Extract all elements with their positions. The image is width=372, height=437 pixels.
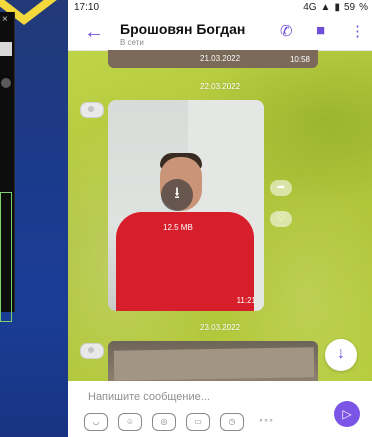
panel-field — [0, 42, 12, 56]
download-icon[interactable]: ⭳ — [161, 179, 193, 211]
share-icon[interactable]: ➦ — [270, 180, 292, 196]
side-panel: × — [0, 12, 15, 322]
sticker-icon[interactable]: ◡ — [84, 413, 108, 431]
phone-screen: 17:10 4G ▲ ▮ 59 % ← Брошовян Богдан В се… — [68, 0, 372, 437]
status-time: 17:10 — [74, 2, 100, 13]
panel-indicator — [1, 78, 11, 88]
call-icon[interactable]: ✆ — [280, 22, 293, 40]
avatar[interactable] — [80, 343, 104, 359]
send-icon[interactable]: ▷ — [334, 401, 360, 427]
chat-presence: В сети — [120, 38, 144, 47]
previous-media-message[interactable]: 21.03.2022 10:58 — [108, 50, 318, 68]
chat-title: Брошовян Богдан — [120, 21, 246, 37]
timer-icon[interactable]: ◷ — [220, 413, 244, 431]
next-media-message[interactable] — [108, 341, 318, 381]
camera-icon[interactable]: ◎ — [152, 413, 176, 431]
date-separator: 22.03.2022 — [200, 82, 241, 91]
scroll-down-icon[interactable]: ↓ — [325, 339, 357, 371]
emoji-icon[interactable]: ☺ — [118, 413, 142, 431]
date-separator: 23.03.2022 — [200, 323, 241, 332]
date-label: 21.03.2022 — [200, 54, 241, 63]
more-options-icon[interactable]: ∘∘∘ — [254, 413, 278, 431]
document-photo — [113, 347, 315, 381]
message-input[interactable]: Напишите сообщение... — [88, 391, 210, 403]
message-time: 10:58 — [289, 55, 310, 64]
gif-icon[interactable]: ▭ — [186, 413, 210, 431]
avatar[interactable] — [80, 102, 104, 118]
battery-text: 59 — [343, 2, 356, 13]
back-arrow-icon[interactable]: ← — [84, 21, 104, 44]
panel-highlight — [0, 192, 12, 322]
network-label: 4G — [303, 2, 317, 13]
status-indicators: 4G ▲ ▮ 59 % — [303, 2, 368, 13]
background-window: × — [0, 0, 68, 437]
composer-toolbar: ◡ ☺ ◎ ▭ ◷ ∘∘∘ — [84, 413, 278, 431]
video-call-icon[interactable]: ■ — [316, 22, 325, 39]
signal-icon: ▲ — [320, 2, 331, 13]
more-icon[interactable]: ⋮ — [350, 22, 365, 40]
like-icon[interactable]: ♡ — [270, 211, 292, 227]
video-message[interactable]: ⭳ 12.5 MB 11:21 — [108, 100, 264, 311]
video-size: 12.5 MB — [163, 223, 193, 232]
message-time: 11:21 — [236, 296, 256, 305]
chat-header: ← Брошовян Богдан В сети ✆ ■ ⋮ — [68, 16, 372, 51]
battery-icon: ▮ — [334, 2, 340, 13]
status-bar: 17:10 4G ▲ ▮ 59 % — [68, 0, 372, 16]
message-composer: Напишите сообщение... ◡ ☺ ◎ ▭ ◷ ∘∘∘ ▷ — [68, 381, 372, 437]
close-icon[interactable]: × — [2, 14, 8, 25]
percent-sign: % — [359, 2, 368, 13]
